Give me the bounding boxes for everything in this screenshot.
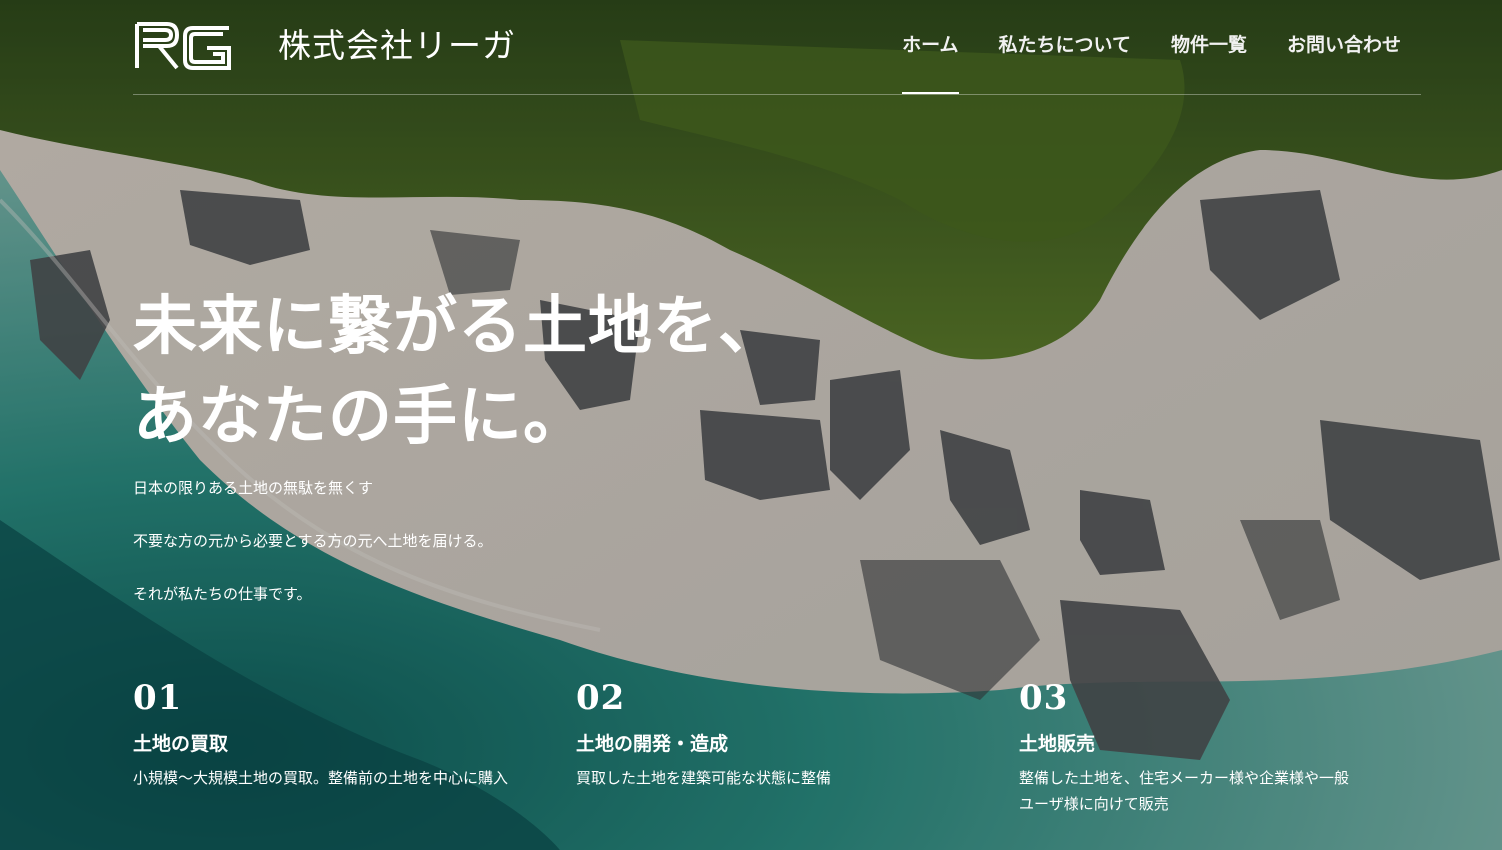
feature-description: 整備した土地を、住宅メーカー様や企業様や一般ユーザ様に向けて販売 [1019,769,1350,813]
feature-land-sales: 03 土地販売 整備した土地を、住宅メーカー様や企業様や一般ユーザ様に向けて販売 [1019,678,1349,817]
feature-description: 買取した土地を建築可能な状態に整備 [576,769,832,787]
main-nav: ホーム 私たちについて 物件一覧 お問い合わせ [902,0,1401,94]
site-header: 株式会社リーガ ホーム 私たちについて 物件一覧 お問い合わせ [133,0,1421,95]
nav-item-home[interactable]: ホーム [902,0,959,94]
nav-item-about[interactable]: 私たちについて [999,0,1131,94]
lead-line-3: それが私たちの仕事です。 [133,585,312,603]
hero-headline: 未来に繋がる土地を、 あなたの手に。 [133,282,783,462]
headline-line-2: あなたの手に。 [133,380,588,454]
hero-lead: 日本の限りある土地の無駄を無くす 不要な方の元から必要とする方の元へ土地を届ける… [133,477,493,636]
feature-number: 02 [576,678,626,718]
feature-land-development: 02 土地の開発・造成 買取した土地を建築可能な状態に整備 [576,678,996,791]
rg-logo-icon[interactable] [133,18,233,74]
feature-description: 小規模〜大規模土地の買取。整備前の土地を中心に購入 [133,769,509,787]
feature-number: 03 [1019,678,1069,718]
company-name[interactable]: 株式会社リーガ [278,26,516,66]
feature-title: 土地の開発・造成 [576,733,729,755]
lead-line-2: 不要な方の元から必要とする方の元へ土地を届ける。 [133,532,493,550]
lead-line-1: 日本の限りある土地の無駄を無くす [133,479,374,497]
headline-line-1: 未来に繋がる土地を、 [133,290,783,364]
nav-item-contact[interactable]: お問い合わせ [1287,0,1401,94]
hero-section: 株式会社リーガ ホーム 私たちについて 物件一覧 お問い合わせ 未来に繋がる土地… [0,0,1502,850]
feature-title: 土地販売 [1019,733,1096,755]
feature-title: 土地の買取 [133,733,229,755]
nav-item-properties[interactable]: 物件一覧 [1171,0,1247,94]
feature-number: 01 [133,678,183,718]
feature-land-purchase: 01 土地の買取 小規模〜大規模土地の買取。整備前の土地を中心に購入 [133,678,553,791]
